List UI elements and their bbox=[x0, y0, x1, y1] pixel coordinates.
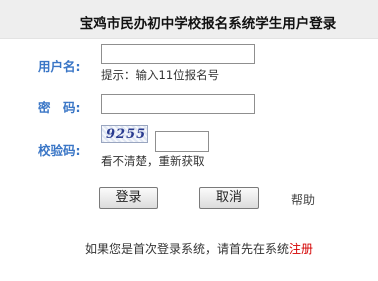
captcha-refresh-link[interactable]: 看不清楚，重新获取 bbox=[101, 153, 205, 169]
footer-notice: 如果您是首次登录系统，请首先在系统注册 bbox=[85, 240, 313, 257]
captcha-code: 9255 bbox=[106, 127, 147, 142]
username-input[interactable] bbox=[101, 44, 255, 64]
login-button[interactable]: 登录 bbox=[99, 187, 158, 209]
register-link[interactable]: 注册 bbox=[289, 242, 313, 256]
captcha-label: 校验码: bbox=[38, 143, 81, 158]
cancel-button[interactable]: 取消 bbox=[199, 187, 259, 209]
captcha-image[interactable]: 9255 bbox=[101, 125, 148, 143]
username-hint: 提示：输入11位报名号 bbox=[101, 68, 220, 82]
username-label: 用户名: bbox=[38, 59, 81, 74]
title-bar: 宝鸡市民办初中学校报名系统学生用户登录 bbox=[0, 0, 378, 39]
footer-text: 如果您是首次登录系统，请首先在系统 bbox=[85, 242, 290, 256]
help-link[interactable]: 帮助 bbox=[291, 191, 315, 208]
password-label: 密 码: bbox=[38, 100, 81, 115]
password-input[interactable] bbox=[101, 94, 255, 114]
captcha-input[interactable] bbox=[155, 131, 209, 152]
page-title: 宝鸡市民办初中学校报名系统学生用户登录 bbox=[79, 16, 337, 32]
